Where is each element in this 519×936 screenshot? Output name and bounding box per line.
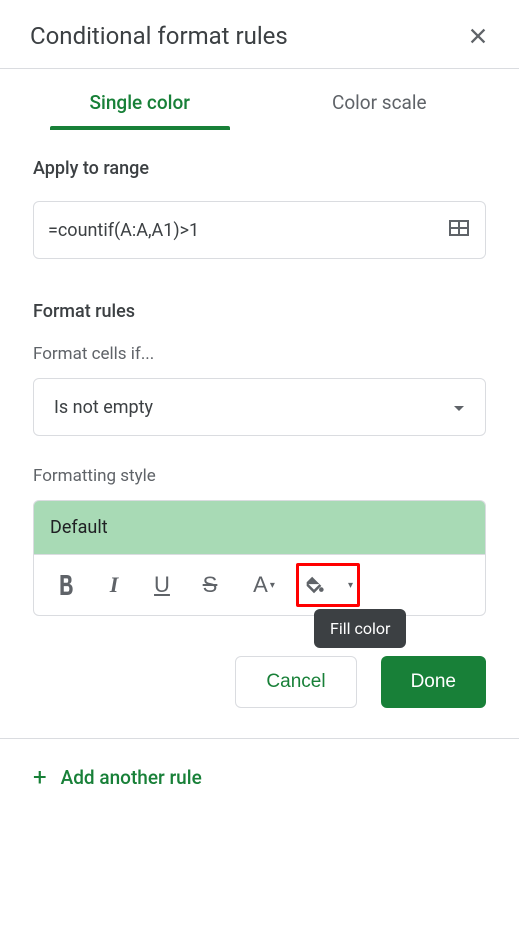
tabs-container: Single color Color scale — [0, 69, 519, 130]
panel-header: Conditional format rules — [0, 0, 519, 68]
add-rule-label: Add another rule — [61, 766, 202, 789]
conditional-format-panel: Conditional format rules Single color Co… — [0, 0, 519, 815]
formatting-style-label: Formatting style — [33, 466, 486, 486]
text-color-icon: A — [253, 572, 268, 598]
chevron-down-icon — [453, 398, 465, 417]
strikethrough-button[interactable]: S — [188, 563, 232, 607]
chevron-down-icon: ▾ — [270, 580, 275, 591]
bold-button[interactable] — [44, 563, 88, 607]
plus-icon: + — [33, 763, 47, 791]
tab-color-scale[interactable]: Color scale — [260, 69, 500, 130]
underline-button[interactable]: U — [140, 563, 184, 607]
apply-to-range-label: Apply to range — [33, 158, 486, 179]
fill-color-button[interactable]: ▾ — [296, 563, 360, 607]
style-preview: Default — [33, 500, 486, 554]
bold-icon — [57, 575, 75, 595]
add-rule-button[interactable]: + Add another rule — [33, 763, 486, 791]
content-area: Apply to range Format rules Format cells… — [0, 130, 519, 738]
fill-color-icon — [303, 574, 325, 596]
format-rules-label: Format rules — [33, 301, 486, 322]
tab-single-color[interactable]: Single color — [20, 69, 260, 130]
underline-icon: U — [154, 572, 170, 598]
condition-value: Is not empty — [54, 397, 153, 418]
strikethrough-icon: S — [203, 572, 218, 598]
range-input-container — [33, 201, 486, 259]
text-color-button[interactable]: A ▾ — [236, 563, 292, 607]
action-buttons: Cancel Done — [33, 616, 486, 738]
range-input[interactable] — [48, 220, 447, 241]
italic-icon: I — [110, 572, 119, 598]
cancel-button[interactable]: Cancel — [235, 656, 356, 708]
chevron-down-icon: ▾ — [348, 580, 353, 591]
fill-color-tooltip: Fill color — [314, 609, 406, 648]
close-button[interactable] — [467, 25, 489, 47]
italic-button[interactable]: I — [92, 563, 136, 607]
format-toolbar: I U S A ▾ ▾ Fill color — [33, 554, 486, 616]
panel-title: Conditional format rules — [30, 22, 288, 50]
select-range-button[interactable] — [447, 216, 471, 244]
format-cells-if-label: Format cells if... — [33, 344, 486, 364]
done-button[interactable]: Done — [381, 656, 486, 708]
close-icon — [467, 25, 489, 47]
add-rule-section: + Add another rule — [0, 739, 519, 815]
condition-select[interactable]: Is not empty — [33, 378, 486, 436]
grid-icon — [447, 216, 471, 240]
